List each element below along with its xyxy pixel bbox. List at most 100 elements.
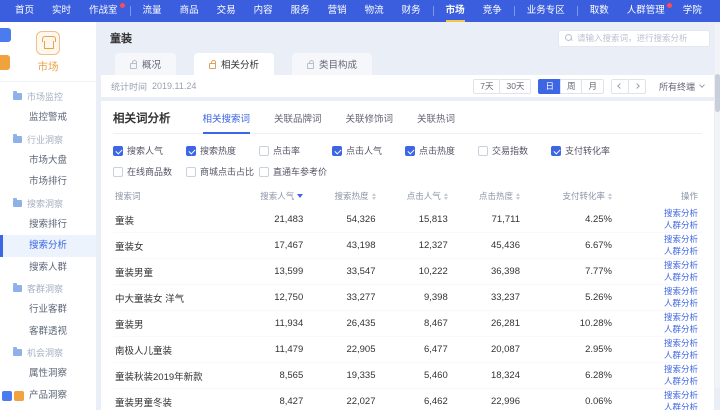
sidebar-item-industry-customer[interactable]: 行业客群 [0, 299, 96, 321]
edge-widget-bottom[interactable] [2, 391, 24, 401]
edge-blue-square[interactable] [2, 391, 12, 401]
search-input[interactable] [577, 33, 703, 43]
panel-title: 相关词分析 [113, 110, 171, 133]
sidebar-item-search-rank[interactable]: 搜索排行 [0, 214, 96, 236]
search-analysis-link[interactable]: 搜索分析 [664, 260, 698, 271]
sidebar-item-search-analysis[interactable]: 搜索分析 [0, 235, 96, 257]
filter-search-heat[interactable]: 搜索热度 [186, 144, 253, 157]
crowd-analysis-link[interactable]: 人群分析 [664, 298, 698, 309]
range-week-button[interactable]: 周 [560, 79, 583, 94]
sidebar-item-market-overview[interactable]: 市场大盘 [0, 150, 96, 172]
filter-label: 搜索热度 [200, 144, 236, 157]
crowd-analysis-link[interactable]: 人群分析 [664, 272, 698, 283]
nav-item-home[interactable]: 首页 [6, 0, 43, 22]
actions-cell: 搜索分析人群分析 [636, 338, 702, 361]
sidebar-group-customer-insight[interactable]: 客群洞察 [0, 278, 96, 299]
checkbox-icon [478, 146, 488, 156]
col-search-heat[interactable]: 搜索热度 [327, 190, 399, 202]
filter-click-rate[interactable]: 点击率 [259, 144, 326, 157]
sidebar-item-attribute-insight[interactable]: 属性洞察 [0, 363, 96, 385]
sidebar-item-monitor-alert[interactable]: 监控警戒 [0, 107, 96, 129]
sort-desc-icon [297, 194, 303, 198]
filter-click-heat[interactable]: 点击热度 [405, 144, 472, 157]
nav-item-service[interactable]: 服务 [282, 0, 319, 22]
nav-item-logistics[interactable]: 物流 [356, 0, 393, 22]
tab-related-analysis[interactable]: 相关分析 [194, 53, 274, 75]
checkbox-checked-icon [551, 146, 561, 156]
subtab-related-modifier-words[interactable]: 关联修饰词 [346, 111, 394, 134]
range-month-button[interactable]: 月 [581, 79, 604, 94]
filter-mall-click-share[interactable]: 商城点击占比 [186, 165, 253, 178]
sidebar-item-search-crowd[interactable]: 搜索人群 [0, 257, 96, 279]
sidebar-group-opportunity-insight[interactable]: 机会洞察 [0, 342, 96, 363]
nav-item-finance[interactable]: 财务 [393, 0, 430, 22]
search-analysis-link[interactable]: 搜索分析 [664, 234, 698, 245]
crowd-analysis-link[interactable]: 人群分析 [664, 220, 698, 231]
search-analysis-link[interactable]: 搜索分析 [664, 390, 698, 401]
terminal-dropdown[interactable]: 所有终端 [659, 80, 704, 93]
scrollbar-thumb[interactable] [715, 74, 720, 112]
filter-search-popularity[interactable]: 搜索人气 [113, 144, 180, 157]
crowd-analysis-link[interactable]: 人群分析 [664, 402, 698, 410]
col-click-popularity[interactable]: 点击人气 [400, 190, 472, 202]
crowd-analysis-link[interactable]: 人群分析 [664, 324, 698, 335]
filter-trade-index[interactable]: 交易指数 [478, 144, 545, 157]
filter-ztc-ref-price[interactable]: 直通车参考价 [259, 165, 326, 178]
subtab-related-search-words[interactable]: 相关搜索词 [203, 111, 251, 134]
col-label: 点击热度 [479, 190, 513, 202]
crowd-analysis-link[interactable]: 人群分析 [664, 246, 698, 257]
range-day-button[interactable]: 日 [538, 79, 561, 94]
tab-overview[interactable]: 概况 [115, 53, 176, 75]
crowd-analysis-link[interactable]: 人群分析 [664, 350, 698, 361]
col-search-popularity[interactable]: 搜索人气 [255, 190, 327, 202]
search-analysis-link[interactable]: 搜索分析 [664, 208, 698, 219]
related-words-panel: 相关词分析 相关搜索词 关联品牌词 关联修饰词 关联热词 搜索人气 搜索热度 点… [101, 101, 714, 410]
nav-item-data-fetch[interactable]: 取数 [581, 0, 618, 22]
search-analysis-link[interactable]: 搜索分析 [664, 312, 698, 323]
click-pop-cell: 12,327 [400, 240, 472, 251]
scrollbar-track[interactable] [715, 24, 720, 388]
prev-date-button[interactable] [611, 79, 629, 94]
sidebar-item-market-rank[interactable]: 市场排行 [0, 171, 96, 193]
next-date-button[interactable] [628, 79, 646, 94]
sidebar-group-market-monitor[interactable]: 市场监控 [0, 86, 96, 107]
edge-orange-square[interactable] [14, 391, 24, 401]
click-heat-cell: 36,398 [472, 266, 544, 277]
checkbox-icon [186, 167, 196, 177]
sort-icon [444, 193, 448, 200]
nav-item-goods[interactable]: 商品 [171, 0, 208, 22]
sidebar-group-industry-insight[interactable]: 行业洞察 [0, 129, 96, 150]
filter-click-popularity[interactable]: 点击人气 [332, 144, 399, 157]
col-pay-conversion[interactable]: 支付转化率 [544, 190, 636, 202]
nav-item-business-zone[interactable]: 业务专区 [518, 0, 574, 22]
crowd-analysis-link[interactable]: 人群分析 [664, 376, 698, 387]
nav-item-market[interactable]: 市场 [437, 0, 474, 22]
nav-item-marketing[interactable]: 营销 [319, 0, 356, 22]
subtab-related-hot-words[interactable]: 关联热词 [417, 111, 455, 134]
nav-item-traffic[interactable]: 流量 [134, 0, 171, 22]
range-30d-button[interactable]: 30天 [499, 79, 531, 94]
search-pop-cell: 13,599 [255, 266, 327, 277]
edge-widget-top[interactable] [0, 28, 11, 42]
sidebar-group-search-insight[interactable]: 搜索洞察 [0, 193, 96, 214]
nav-item-academy[interactable]: 学院 [674, 0, 711, 22]
edge-tag-orange[interactable] [0, 55, 10, 70]
sidebar-group-label: 客群洞察 [27, 282, 63, 295]
nav-item-trade[interactable]: 交易 [208, 0, 245, 22]
filter-pay-conversion[interactable]: 支付转化率 [551, 144, 618, 157]
nav-item-warroom[interactable]: 作战室 [80, 0, 127, 22]
search-analysis-link[interactable]: 搜索分析 [664, 338, 698, 349]
filter-online-items[interactable]: 在线商品数 [113, 165, 180, 178]
nav-item-crowd-mgmt[interactable]: 人群管理 [618, 0, 674, 22]
subtab-related-brand-words[interactable]: 关联品牌词 [274, 111, 322, 134]
search-analysis-link[interactable]: 搜索分析 [664, 364, 698, 375]
range-7d-button[interactable]: 7天 [473, 79, 500, 94]
col-click-heat[interactable]: 点击热度 [472, 190, 544, 202]
sidebar-item-customer-perspective[interactable]: 客群透视 [0, 321, 96, 343]
nav-item-realtime[interactable]: 实时 [43, 0, 80, 22]
search-analysis-link[interactable]: 搜索分析 [664, 286, 698, 297]
tab-category-composition[interactable]: 类目构成 [292, 53, 372, 75]
nav-item-content[interactable]: 内容 [245, 0, 282, 22]
click-heat-cell: 18,324 [472, 370, 544, 381]
nav-item-competition[interactable]: 竞争 [474, 0, 511, 22]
